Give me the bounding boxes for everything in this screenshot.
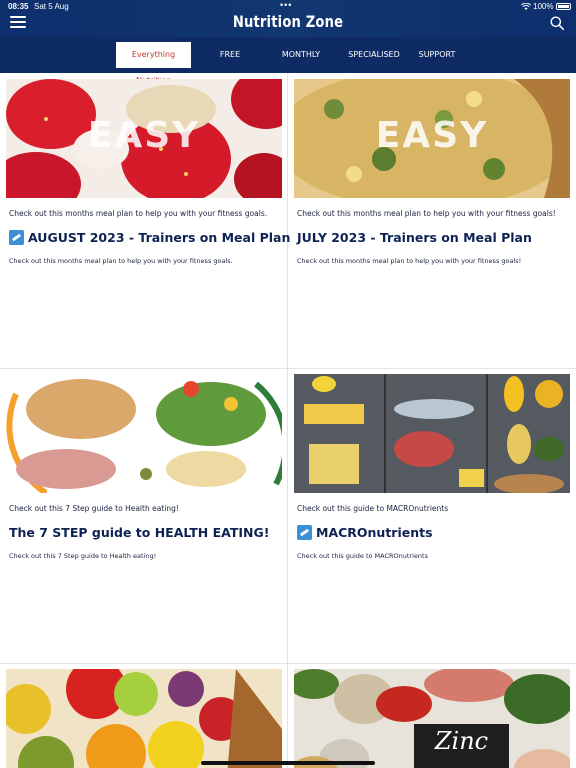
fruit-illustration (6, 669, 282, 768)
card-title-text: JULY 2023 - Trainers on Meal Plan (297, 230, 532, 245)
article-card-fruit[interactable] (0, 663, 288, 768)
featured-badge-icon (297, 525, 312, 540)
search-icon[interactable] (550, 16, 564, 30)
macronutrients-illustration (294, 374, 570, 493)
wifi-icon (521, 3, 531, 10)
tab-free-downloads[interactable]: FREE DOWNLOADS (197, 42, 263, 85)
card-title[interactable]: JULY 2023 - Trainers on Meal Plan (297, 230, 532, 245)
app-title: Nutrition Zone (232, 12, 344, 31)
card-description: Check out this guide to MACROnutrients (297, 552, 428, 560)
article-card-zinc[interactable]: Zinc (288, 663, 576, 768)
card-lead: Check out this 7 Step guide to Health ea… (9, 504, 179, 513)
card-title-text: The 7 STEP guide to HEALTH EATING! (9, 525, 270, 540)
featured-badge-icon (9, 230, 24, 245)
tab-support[interactable]: SUPPORT (418, 42, 456, 68)
image-overlay-text: EASY (87, 115, 201, 156)
card-title-text: AUGUST 2023 - Trainers on Meal Plan (28, 230, 291, 245)
card-title[interactable]: MACROnutrients (297, 525, 433, 540)
card-description: Check out this months meal plan to help … (9, 257, 233, 265)
tab-monthly-plans[interactable]: MONTHLY PLANS (272, 42, 330, 85)
image-overlay-text: EASY (375, 115, 489, 156)
article-card-7-step-guide[interactable]: Check out this 7 Step guide to Health ea… (0, 368, 288, 663)
app-header: 08:35 Sat 5 Aug ••• 100% Nutrition Zone (0, 0, 576, 37)
card-lead: Check out this guide to MACROnutrients (297, 504, 449, 513)
card-title[interactable]: The 7 STEP guide to HEALTH EATING! (9, 525, 269, 540)
food-groups-illustration (6, 374, 282, 493)
status-time: 08:35 (8, 2, 29, 11)
article-card-july-plan[interactable]: EASY Check out this months meal plan to … (288, 73, 576, 368)
home-indicator[interactable] (201, 761, 375, 765)
article-card-macronutrients[interactable]: Check out this guide to MACROnutrients M… (288, 368, 576, 663)
card-title-text: MACROnutrients (316, 525, 433, 540)
macronutrients-image (294, 374, 570, 493)
card-lead: Check out this months meal plan to help … (297, 209, 556, 218)
quiche-image: EASY (294, 79, 570, 198)
card-title[interactable]: AUGUST 2023 - Trainers on Meal Plan (9, 230, 290, 245)
strawberry-dessert-image: EASY (6, 79, 282, 198)
multitasking-dots[interactable]: ••• (280, 0, 292, 10)
zinc-foods-image: Zinc (294, 669, 570, 768)
article-grid: EASY Check out this months meal plan to … (0, 73, 576, 768)
fruit-image (6, 669, 282, 768)
zinc-chalkboard-text: Zinc (434, 727, 489, 755)
status-date: Sat 5 Aug (34, 2, 69, 11)
tab-everything-nutrition[interactable]: Everything Nutrition (116, 42, 191, 85)
card-description: Check out this months meal plan to help … (297, 257, 522, 265)
tab-specialised-plans[interactable]: SPECIALISED PLANS (340, 42, 408, 85)
category-nav: Everything Nutrition FREE DOWNLOADS MONT… (0, 37, 576, 85)
food-groups-image (6, 374, 282, 493)
hamburger-menu-icon[interactable] (10, 16, 26, 29)
article-card-august-plan[interactable]: EASY Check out this months meal plan to … (0, 73, 290, 368)
card-description: Check out this 7 Step guide to Health ea… (9, 552, 157, 560)
card-lead: Check out this months meal plan to help … (9, 209, 268, 218)
battery-icon (556, 3, 571, 10)
battery-percent: 100% (533, 2, 554, 11)
